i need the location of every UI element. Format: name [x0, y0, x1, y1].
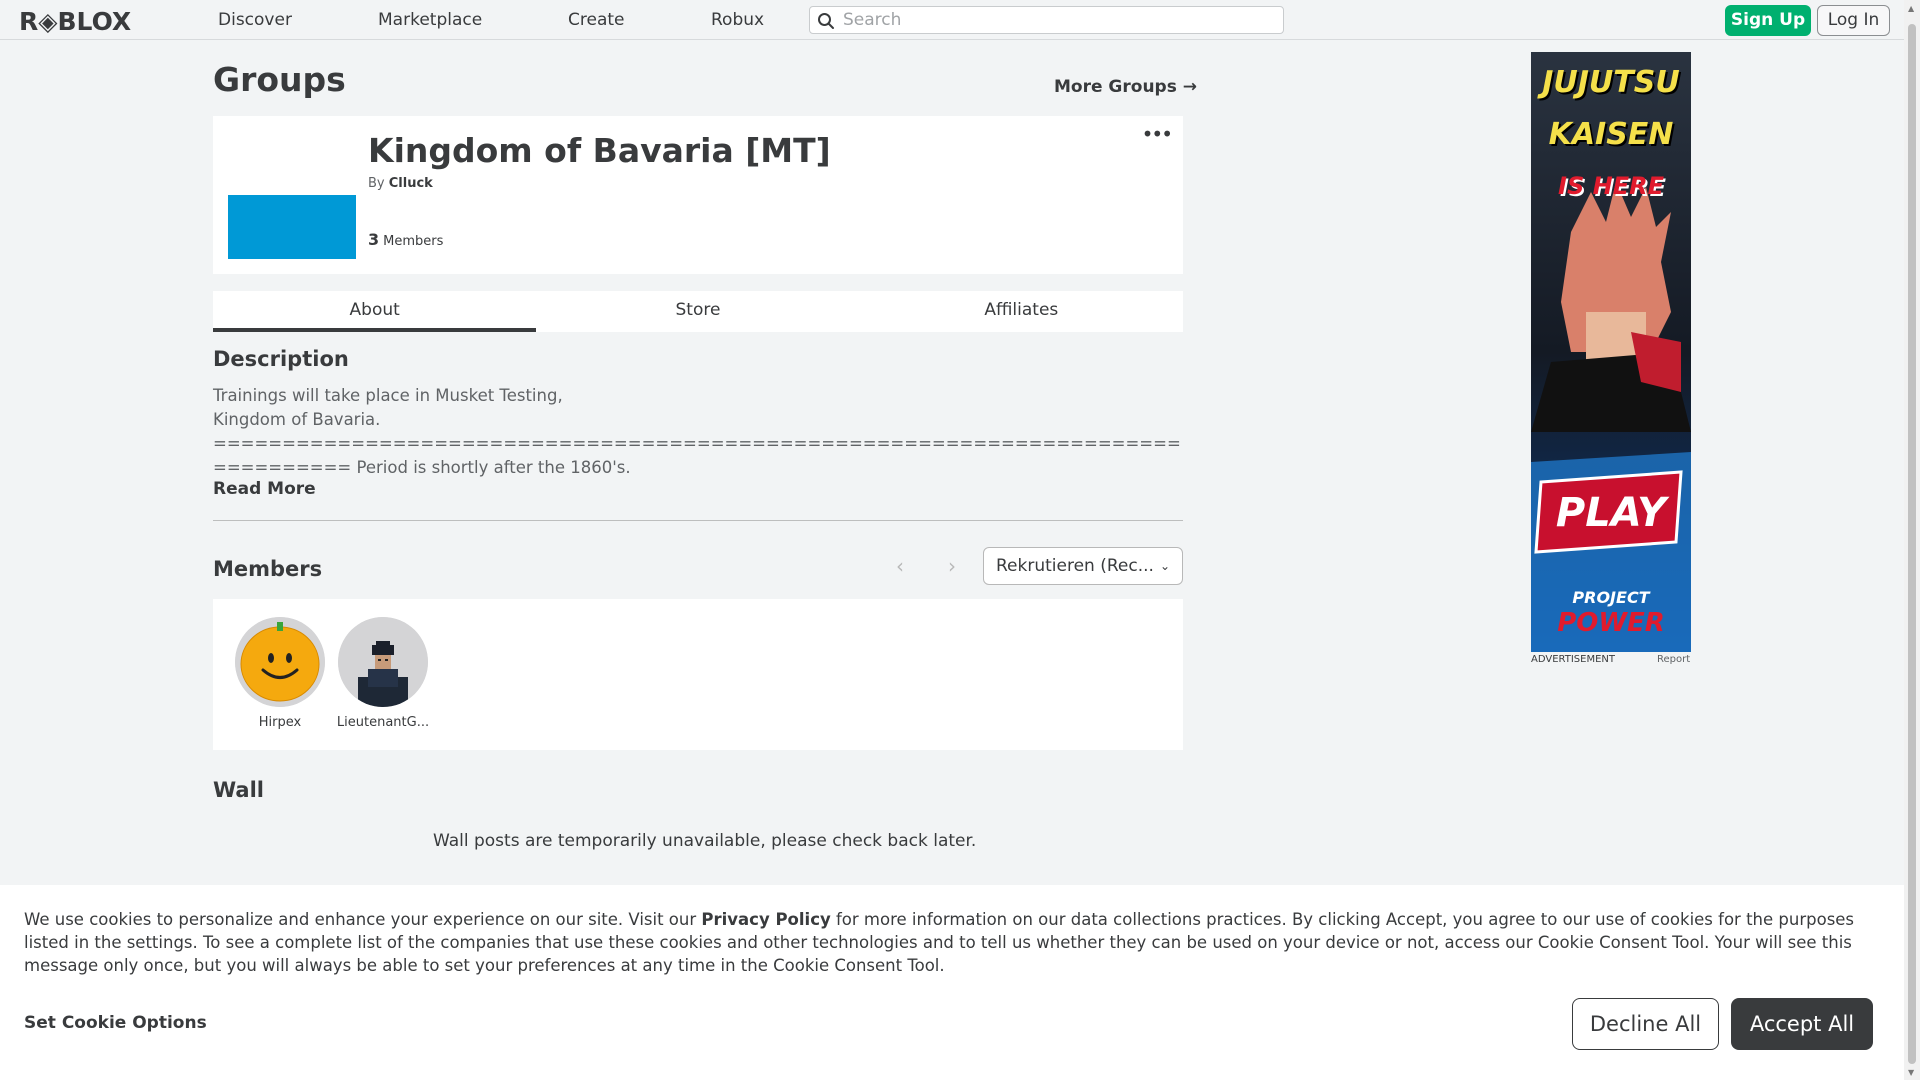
- chevron-right-icon[interactable]: ›: [948, 554, 956, 578]
- members-list: Hirpex LieutenantG...: [213, 599, 1183, 750]
- nav-robux[interactable]: Robux: [711, 10, 764, 30]
- log-in-button[interactable]: Log In: [1817, 5, 1890, 36]
- cookie-text-before: We use cookies to personalize and enhanc…: [24, 910, 702, 929]
- nav-marketplace[interactable]: Marketplace: [378, 10, 482, 30]
- page-title: Groups: [213, 60, 346, 99]
- member-name: Hirpex: [258, 715, 302, 730]
- group-owner: By Clluck: [368, 176, 433, 191]
- description-heading: Description: [213, 347, 349, 371]
- scrollbar-thumb[interactable]: [1908, 24, 1916, 1064]
- pumpkin-avatar-icon: [235, 617, 325, 707]
- member-card[interactable]: Hirpex: [230, 617, 330, 730]
- chevron-left-icon[interactable]: ‹: [896, 554, 904, 578]
- cookie-consent-banner: We use cookies to personalize and enhanc…: [0, 885, 1904, 1080]
- ad-title-line2: KAISEN: [1548, 117, 1674, 152]
- member-name: LieutenantG...: [336, 715, 430, 730]
- accept-all-button[interactable]: Accept All: [1731, 998, 1873, 1050]
- role-dropdown[interactable]: Rekrutieren (Rec... ⌄: [983, 547, 1183, 585]
- ad-brand-line1: PROJECT: [1572, 588, 1650, 607]
- members-heading: Members: [213, 557, 323, 581]
- read-more-link[interactable]: Read More: [213, 479, 316, 499]
- group-header-card: Kingdom of Bavaria [MT] By Clluck 3 Membe…: [213, 116, 1183, 274]
- advertisement-label: ADVERTISEMENT: [1531, 654, 1616, 665]
- member-count-value: 3: [368, 230, 380, 249]
- roblox-logo[interactable]: R◈BLOX: [19, 7, 131, 36]
- group-tabs: About Store Affiliates: [213, 291, 1183, 332]
- set-cookie-options-link[interactable]: Set Cookie Options: [24, 1013, 207, 1033]
- search-bar: [809, 6, 1284, 34]
- avatar: [338, 617, 428, 707]
- section-divider: [213, 520, 1183, 521]
- nav-create[interactable]: Create: [568, 10, 625, 30]
- cookie-consent-text: We use cookies to personalize and enhanc…: [24, 908, 1884, 977]
- owner-prefix: By: [368, 176, 385, 191]
- chevron-down-icon: ⌄: [1159, 559, 1170, 573]
- search-input[interactable]: [843, 9, 1273, 31]
- sign-up-button[interactable]: Sign Up: [1725, 5, 1811, 36]
- nav-discover[interactable]: Discover: [218, 10, 292, 30]
- owner-link[interactable]: Clluck: [389, 176, 433, 191]
- ad-title-line3: IS HERE: [1558, 172, 1664, 200]
- privacy-policy-link[interactable]: Privacy Policy: [701, 910, 830, 929]
- group-name: Kingdom of Bavaria [MT]: [368, 131, 831, 170]
- avatar: [235, 617, 325, 707]
- ad-report-link[interactable]: Report: [1657, 654, 1690, 665]
- ad-title-line1: JUJUTSU: [1542, 65, 1680, 100]
- group-emblem: [228, 195, 356, 259]
- wall-unavailable-message: Wall posts are temporarily unavailable, …: [433, 831, 977, 851]
- tab-store[interactable]: Store: [536, 291, 859, 332]
- role-dropdown-value: Rekrutieren (Rec...: [996, 556, 1154, 576]
- ad-brand-line2: POWER: [1557, 608, 1665, 638]
- member-card[interactable]: LieutenantG...: [333, 617, 433, 730]
- page-scrollbar[interactable]: ▲ ▼: [1904, 0, 1920, 1080]
- member-count: 3 Members: [368, 230, 443, 249]
- decline-all-button[interactable]: Decline All: [1572, 998, 1719, 1050]
- more-options-icon[interactable]: •••: [1142, 124, 1173, 144]
- more-groups-link[interactable]: More Groups →: [1054, 77, 1197, 97]
- scroll-up-arrow-icon[interactable]: ▲: [1908, 4, 1914, 13]
- tab-affiliates[interactable]: Affiliates: [860, 291, 1183, 332]
- tab-about[interactable]: About: [213, 291, 537, 332]
- scroll-down-arrow-icon[interactable]: ▼: [1908, 1068, 1914, 1077]
- description-text: Trainings will take place in Musket Test…: [213, 386, 1181, 477]
- wall-heading: Wall: [213, 778, 264, 802]
- ad-play-button: PLAY: [1555, 490, 1667, 536]
- top-navigation-bar: R◈BLOX Discover Marketplace Create Robux…: [0, 0, 1904, 40]
- advertisement-banner[interactable]: JUJUTSU KAISEN IS HERE PLAY PROJECT POWE…: [1531, 52, 1691, 652]
- search-icon: [818, 13, 834, 29]
- member-count-label: Members: [383, 234, 444, 249]
- soldier-avatar-icon: [338, 617, 428, 707]
